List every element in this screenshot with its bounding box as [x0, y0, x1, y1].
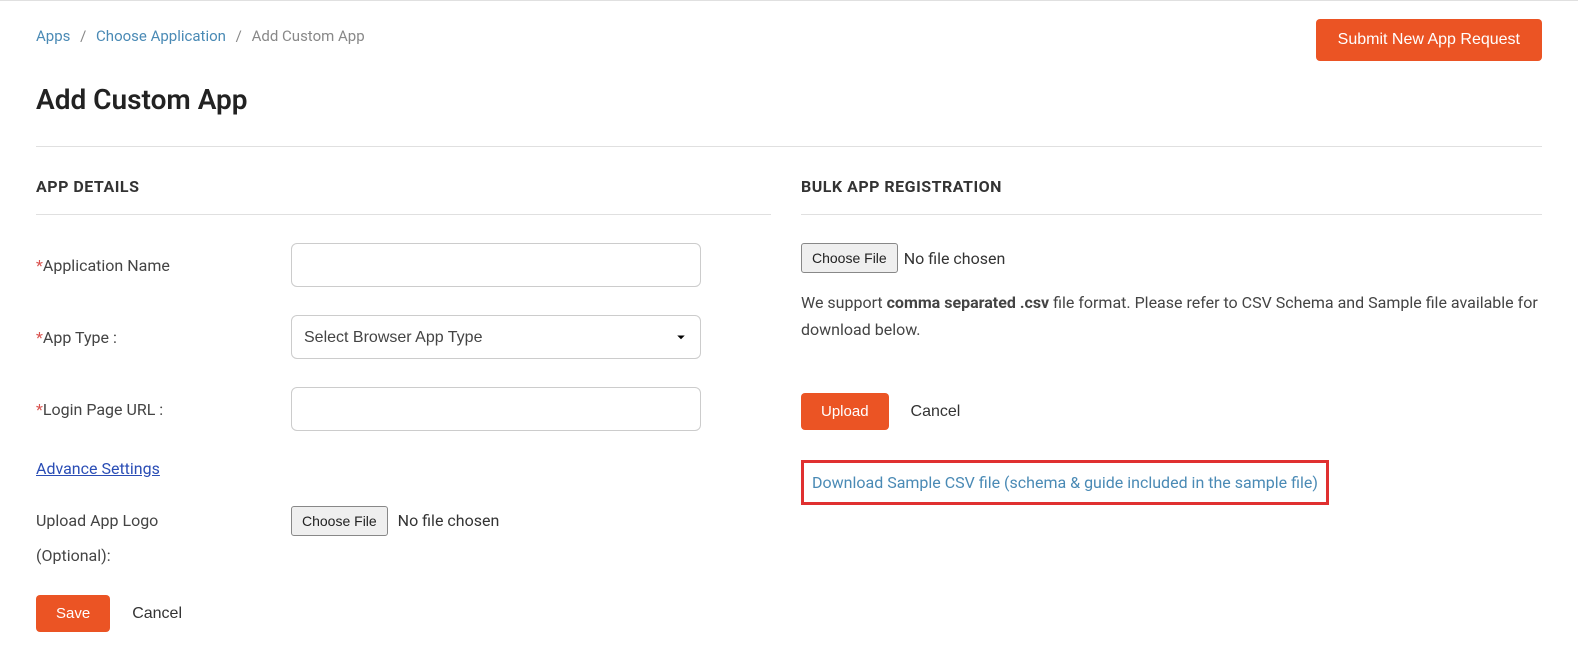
choose-file-logo-button[interactable]: Choose File [291, 506, 388, 536]
help-pre: We support [801, 293, 887, 312]
bulk-registration-title: BULK APP REGISTRATION [801, 177, 1542, 215]
optional-label: (Optional): [36, 546, 771, 565]
upload-logo-control: Choose File No file chosen [291, 506, 499, 536]
bulk-registration-section: BULK APP REGISTRATION Choose File No fil… [801, 177, 1542, 632]
breadcrumb: Apps / Choose Application / Add Custom A… [36, 19, 365, 45]
download-link-highlight: Download Sample CSV file (schema & guide… [801, 460, 1329, 505]
required-star: * [36, 400, 43, 419]
breadcrumb-apps[interactable]: Apps [36, 27, 70, 45]
main-columns: APP DETAILS *Application Name *App Type … [36, 177, 1542, 632]
application-name-label: *Application Name [36, 256, 291, 275]
app-type-select[interactable]: Select Browser App Type [291, 315, 701, 359]
cancel-button[interactable]: Cancel [132, 605, 182, 623]
upload-logo-label: Upload App Logo [36, 506, 291, 536]
app-type-label: *App Type : [36, 328, 291, 347]
app-type-row: *App Type : Select Browser App Type [36, 315, 771, 359]
application-name-label-text: Application Name [43, 256, 170, 275]
download-sample-csv-link[interactable]: Download Sample CSV file (schema & guide… [812, 473, 1318, 492]
login-url-label: *Login Page URL : [36, 400, 291, 419]
bulk-actions: Upload Cancel [801, 393, 1542, 430]
choose-file-bulk-button[interactable]: Choose File [801, 243, 898, 273]
bulk-file-status: No file chosen [904, 249, 1006, 268]
app-details-section: APP DETAILS *Application Name *App Type … [36, 177, 771, 632]
login-url-label-text: Login Page URL : [43, 400, 163, 419]
divider [36, 146, 1542, 147]
app-details-title: APP DETAILS [36, 177, 771, 215]
logo-file-status: No file chosen [398, 511, 500, 530]
submit-new-app-request-button[interactable]: Submit New App Request [1316, 19, 1542, 61]
page-title: Add Custom App [36, 83, 1542, 116]
upload-logo-row: Upload App Logo Choose File No file chos… [36, 506, 771, 536]
help-strong: comma separated .csv [887, 293, 1050, 312]
app-type-label-text: App Type : [43, 328, 117, 347]
login-url-row: *Login Page URL : [36, 387, 771, 431]
header-row: Apps / Choose Application / Add Custom A… [36, 19, 1542, 61]
breadcrumb-sep: / [80, 27, 86, 45]
breadcrumb-choose-app[interactable]: Choose Application [96, 27, 226, 45]
breadcrumb-sep: / [236, 27, 242, 45]
required-star: * [36, 256, 43, 275]
breadcrumb-current: Add Custom App [252, 27, 365, 45]
upload-button[interactable]: Upload [801, 393, 889, 430]
bulk-file-row: Choose File No file chosen [801, 243, 1542, 273]
login-url-input[interactable] [291, 387, 701, 431]
required-star: * [36, 328, 43, 347]
application-name-row: *Application Name [36, 243, 771, 287]
application-name-input[interactable] [291, 243, 701, 287]
advance-settings-link[interactable]: Advance Settings [36, 459, 160, 478]
bulk-help-text: We support comma separated .csv file for… [801, 289, 1542, 343]
bulk-cancel-button[interactable]: Cancel [911, 403, 961, 421]
app-details-actions: Save Cancel [36, 595, 771, 632]
save-button[interactable]: Save [36, 595, 110, 632]
